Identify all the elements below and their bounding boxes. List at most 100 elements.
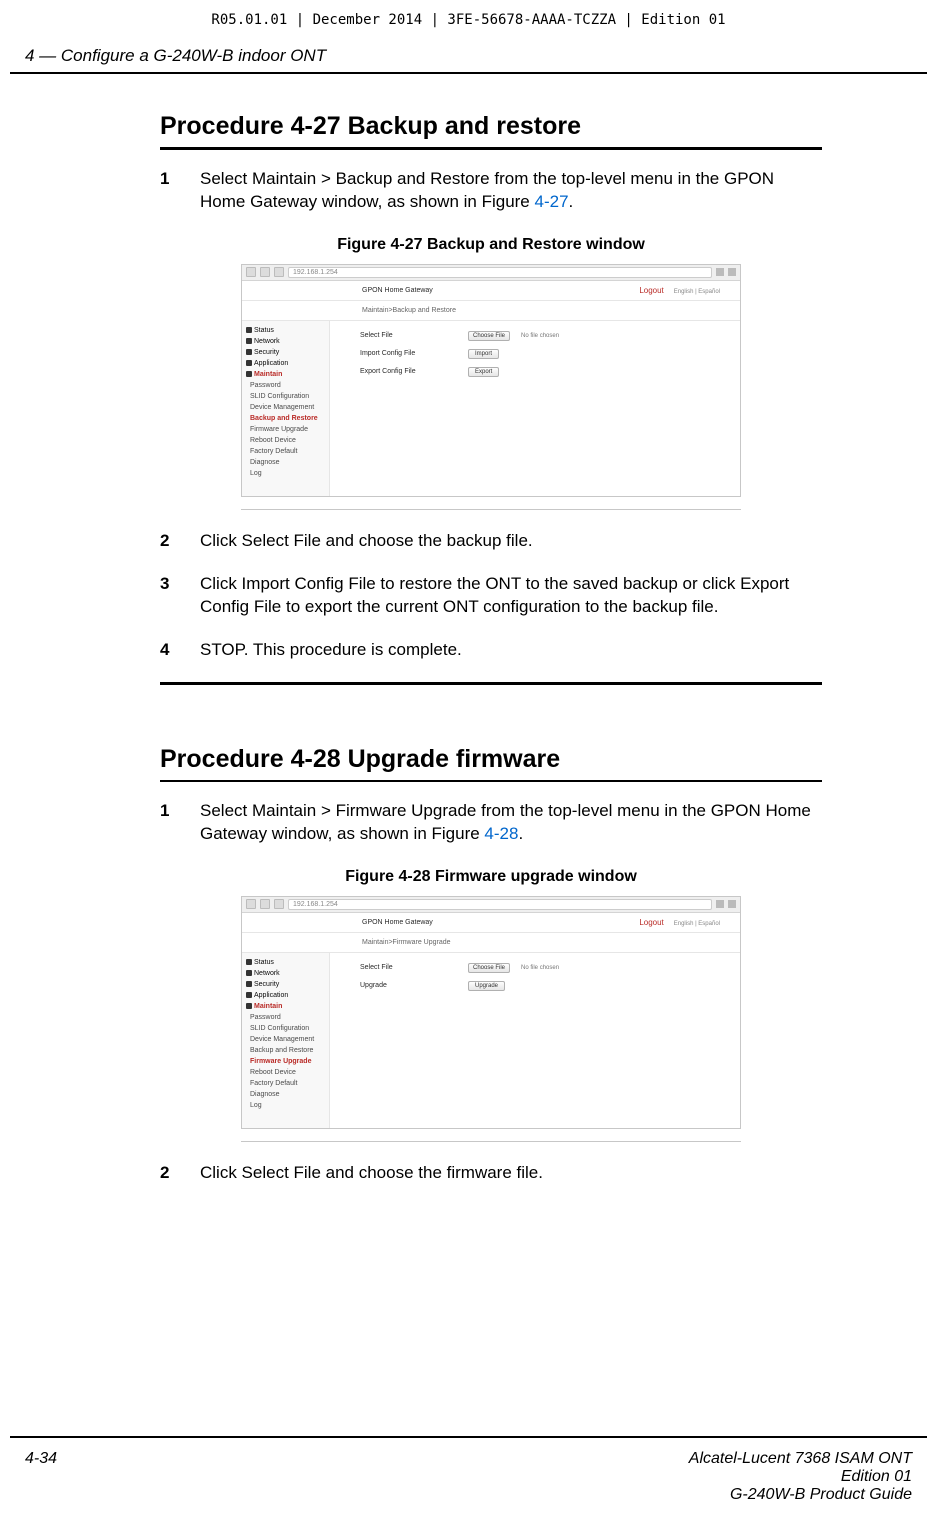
sidebar-item-application[interactable]: Application	[242, 358, 329, 369]
footer-edition: Edition 01	[689, 1468, 912, 1486]
sidebar-item-maintain[interactable]: Maintain	[242, 1001, 329, 1012]
sidebar-sub-reboot[interactable]: Reboot Device	[242, 1067, 329, 1078]
step-427-2: 2 Click Select File and choose the backu…	[160, 530, 822, 553]
sidebar-sub-device-mgmt[interactable]: Device Management	[242, 1034, 329, 1045]
sidebar-item-security[interactable]: Security	[242, 347, 329, 358]
menu-icon[interactable]	[728, 900, 736, 908]
sidebar-sub-device-mgmt[interactable]: Device Management	[242, 402, 329, 413]
url-bar[interactable]: 192.168.1.254	[288, 267, 712, 278]
sidebar-sub-log[interactable]: Log	[242, 468, 329, 479]
sidebar-sub-slid[interactable]: SLID Configuration	[242, 391, 329, 402]
sidebar-sub-slid[interactable]: SLID Configuration	[242, 1023, 329, 1034]
url-bar[interactable]: 192.168.1.254	[288, 899, 712, 910]
forward-icon[interactable]	[260, 899, 270, 909]
figure-separator	[241, 1141, 741, 1142]
sidebar-item-label: Application	[254, 360, 288, 367]
bookmark-icon[interactable]	[716, 268, 724, 276]
sidebar-item-network[interactable]: Network	[242, 336, 329, 347]
figure-428-screenshot: 192.168.1.254 GPON Home Gateway Logout E…	[241, 896, 741, 1129]
sidebar-sub-factory-default[interactable]: Factory Default	[242, 1078, 329, 1089]
sidebar-item-status[interactable]: Status	[242, 957, 329, 968]
form-row: Select File Choose File No file chosen	[360, 963, 720, 973]
back-icon[interactable]	[246, 267, 256, 277]
bookmark-icon[interactable]	[716, 900, 724, 908]
sidebar-sub-backup-restore[interactable]: Backup and Restore	[242, 413, 329, 424]
step-text-post: .	[518, 824, 523, 843]
sidebar-item-network[interactable]: Network	[242, 968, 329, 979]
sidebar-sub-diagnose[interactable]: Diagnose	[242, 1089, 329, 1100]
page-number: 4-34	[25, 1450, 57, 1504]
sidebar-item-label: Maintain	[254, 1003, 282, 1010]
sidebar-sub-backup-restore[interactable]: Backup and Restore	[242, 1045, 329, 1056]
sidebar-item-label: Security	[254, 981, 279, 988]
step-number: 2	[160, 530, 200, 553]
form-row: Export Config File Export	[360, 367, 720, 377]
divider	[160, 780, 822, 782]
sidebar-item-security[interactable]: Security	[242, 979, 329, 990]
step-number: 3	[160, 573, 200, 619]
sidebar-sub-password[interactable]: Password	[242, 380, 329, 391]
sidebar-sub-diagnose[interactable]: Diagnose	[242, 457, 329, 468]
footer-rule	[10, 1436, 927, 1438]
sidebar-sub-firmware[interactable]: Firmware Upgrade	[242, 1056, 329, 1067]
language-switch[interactable]: English | Español	[674, 289, 720, 295]
gear-icon	[246, 981, 252, 987]
step-text: Click Select File and choose the firmwar…	[200, 1162, 822, 1185]
gear-icon	[246, 970, 252, 976]
step-text: Select Maintain > Backup and Restore fro…	[200, 168, 822, 214]
step-427-4: 4 STOP. This procedure is complete.	[160, 639, 822, 662]
procedure-427-title: Procedure 4-27 Backup and restore	[160, 112, 822, 141]
choose-file-button[interactable]: Choose File	[468, 963, 510, 973]
sidebar-sub-password[interactable]: Password	[242, 1012, 329, 1023]
sidebar-item-label: Status	[254, 327, 274, 334]
export-button[interactable]: Export	[468, 367, 499, 377]
back-icon[interactable]	[246, 899, 256, 909]
page-footer: 4-34 Alcatel-Lucent 7368 ISAM ONT Editio…	[25, 1450, 912, 1504]
forward-icon[interactable]	[260, 267, 270, 277]
sidebar-item-status[interactable]: Status	[242, 325, 329, 336]
export-config-label: Export Config File	[360, 368, 460, 375]
step-427-3: 3 Click Import Config File to restore th…	[160, 573, 822, 619]
browser-chrome: 192.168.1.254	[242, 265, 740, 281]
reload-icon[interactable]	[274, 899, 284, 909]
sidebar-item-label: Network	[254, 338, 280, 345]
app-header: GPON Home Gateway Logout English | Españ…	[242, 281, 740, 301]
footer-product: Alcatel-Lucent 7368 ISAM ONT	[689, 1450, 912, 1468]
upgrade-button[interactable]: Upgrade	[468, 981, 505, 991]
step-text: Select Maintain > Firmware Upgrade from …	[200, 800, 822, 846]
sidebar-sub-reboot[interactable]: Reboot Device	[242, 435, 329, 446]
step-427-1: 1 Select Maintain > Backup and Restore f…	[160, 168, 822, 214]
form-row: Import Config File Import	[360, 349, 720, 359]
browser-chrome: 192.168.1.254	[242, 897, 740, 913]
form-row: Upgrade Upgrade	[360, 981, 720, 991]
menu-icon[interactable]	[728, 268, 736, 276]
main-panel: Select File Choose File No file chosen I…	[330, 321, 740, 496]
figure-ref-427[interactable]: 4-27	[535, 192, 569, 211]
no-file-text: No file chosen	[521, 965, 559, 971]
procedure-428-title: Procedure 4-28 Upgrade firmware	[160, 745, 822, 774]
gear-icon	[246, 338, 252, 344]
sidebar-item-maintain[interactable]: Maintain	[242, 369, 329, 380]
logout-link[interactable]: Logout	[639, 286, 663, 295]
select-file-label: Select File	[360, 332, 460, 339]
reload-icon[interactable]	[274, 267, 284, 277]
figure-separator	[241, 509, 741, 510]
logout-link[interactable]: Logout	[639, 918, 663, 927]
sidebar: Status Network Security Application Main…	[242, 321, 330, 496]
sidebar-sub-firmware[interactable]: Firmware Upgrade	[242, 424, 329, 435]
figure-427-screenshot: 192.168.1.254 GPON Home Gateway Logout E…	[241, 264, 741, 497]
sidebar-item-application[interactable]: Application	[242, 990, 329, 1001]
sidebar-item-label: Status	[254, 959, 274, 966]
step-text-pre: Select Maintain > Backup and Restore fro…	[200, 169, 774, 211]
import-button[interactable]: Import	[468, 349, 499, 359]
language-switch[interactable]: English | Español	[674, 921, 720, 927]
chapter-rule	[10, 72, 927, 74]
step-428-2: 2 Click Select File and choose the firmw…	[160, 1162, 822, 1185]
sidebar-sub-factory-default[interactable]: Factory Default	[242, 446, 329, 457]
sidebar-item-label: Application	[254, 992, 288, 999]
select-file-label: Select File	[360, 964, 460, 971]
figure-ref-428[interactable]: 4-28	[484, 824, 518, 843]
choose-file-button[interactable]: Choose File	[468, 331, 510, 341]
sidebar-sub-log[interactable]: Log	[242, 1100, 329, 1111]
gear-icon	[246, 1003, 252, 1009]
